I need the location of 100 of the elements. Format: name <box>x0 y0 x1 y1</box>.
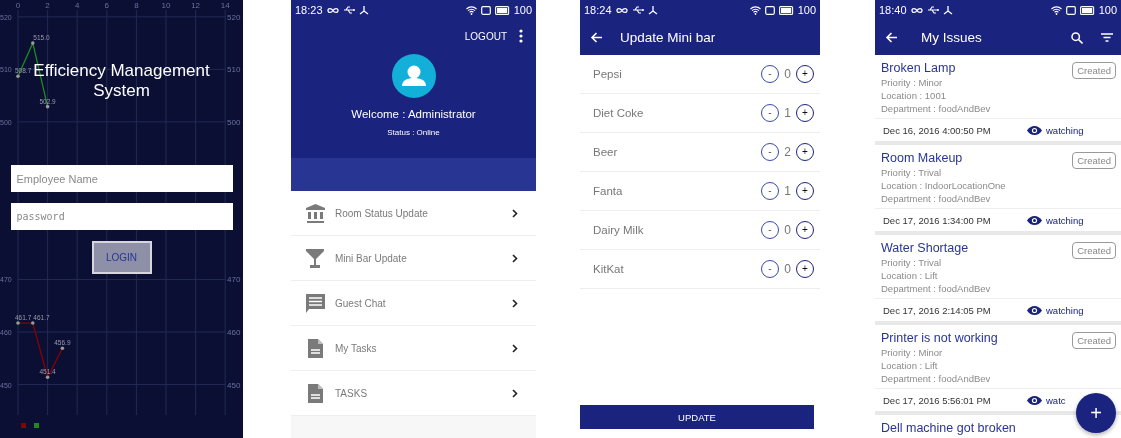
item-count: 1 <box>783 184 792 198</box>
eye-icon[interactable] <box>1027 125 1042 135</box>
menu-item[interactable]: Room Status Update <box>291 191 536 236</box>
watching-label: watc <box>1046 394 1066 406</box>
usb-icon <box>631 6 644 14</box>
item-count: 1 <box>783 106 792 120</box>
decrement-button[interactable]: - <box>761 182 779 200</box>
legend-swatch <box>34 423 39 428</box>
axis-label: 460 <box>227 328 241 337</box>
data-point <box>31 321 35 325</box>
item-name: Beer <box>593 146 619 158</box>
status-time: 18:23 <box>295 4 323 16</box>
increment-button[interactable]: + <box>796 143 814 161</box>
increment-button[interactable]: + <box>796 182 814 200</box>
eye-icon[interactable] <box>1027 215 1042 225</box>
password-field[interactable]: password <box>10 203 233 230</box>
status-chip: Created <box>1072 152 1116 169</box>
issue-title[interactable]: Room Makeup <box>881 151 963 166</box>
back-arrow-icon[interactable] <box>885 32 897 43</box>
logout-button[interactable]: LOGOUT <box>464 30 507 42</box>
menu-item[interactable]: Mini Bar Update <box>291 236 536 281</box>
data-point <box>31 41 35 45</box>
menu-item-label: Guest Chat <box>335 297 387 309</box>
document-icon <box>307 383 323 403</box>
menu-item[interactable]: TASKS <box>291 371 536 416</box>
axis-label: 4 <box>74 1 80 10</box>
chat-icon <box>305 293 325 313</box>
axis-label: 12 <box>191 1 201 10</box>
axis-label: 6 <box>104 1 110 10</box>
wifi-icon <box>465 5 477 15</box>
decrement-button[interactable]: - <box>761 65 779 83</box>
menu-item[interactable]: Guest Chat <box>291 281 536 326</box>
tablet-icon <box>480 5 491 15</box>
issue-department: Department : foodAndBev <box>881 372 992 385</box>
more-icon[interactable] <box>519 29 523 43</box>
battery-level: 100 <box>797 4 816 16</box>
item-count: 0 <box>783 223 792 237</box>
issue-department: Department : foodAndBev <box>881 102 992 115</box>
menu-item-label: Mini Bar Update <box>335 252 408 264</box>
issue-department: Department : foodAndBev <box>881 282 992 295</box>
status-chip: Created <box>1072 62 1116 79</box>
employee-name-field[interactable]: Employee Name <box>10 165 233 192</box>
decrement-button[interactable]: - <box>761 221 779 239</box>
item-count: 0 <box>783 67 792 81</box>
welcome-text: Welcome : Administrator <box>351 108 476 120</box>
issue-location: Location : IndoorLocationOne <box>881 179 1007 192</box>
usb-icon <box>342 6 355 14</box>
issue-title[interactable]: Water Shortage <box>881 241 969 256</box>
update-button[interactable]: UPDATE <box>580 405 814 429</box>
menu-item-label: TASKS <box>335 387 369 399</box>
data-point <box>60 346 65 351</box>
status-time: 18:40 <box>879 4 907 16</box>
screen-title: My Issues <box>921 30 982 45</box>
network-icon <box>942 5 953 15</box>
chevron-icon <box>512 298 518 308</box>
eye-icon[interactable] <box>1027 305 1042 315</box>
battery-icon <box>494 5 510 15</box>
decrement-button[interactable]: - <box>761 104 779 122</box>
back-arrow-icon[interactable] <box>590 32 602 43</box>
watching-label: watching <box>1046 304 1084 316</box>
legend-swatch <box>21 423 26 428</box>
tablet-icon <box>764 5 775 15</box>
network-icon <box>358 5 369 15</box>
chevron-icon <box>512 343 518 353</box>
building-icon <box>305 203 325 223</box>
increment-button[interactable]: + <box>796 260 814 278</box>
chevron-icon <box>512 208 518 218</box>
eye-icon[interactable] <box>1027 395 1042 405</box>
status-chip: Created <box>1072 242 1116 259</box>
status-time: 18:24 <box>584 4 612 16</box>
search-icon[interactable] <box>1071 31 1083 44</box>
cocktail-glass-icon <box>306 248 324 268</box>
axis-label: 2 <box>45 1 50 10</box>
decrement-button[interactable]: - <box>761 260 779 278</box>
item-count: 0 <box>783 262 792 276</box>
menu-item[interactable]: My Tasks <box>291 326 536 371</box>
data-point <box>45 104 50 109</box>
issue-title[interactable]: Broken Lamp <box>881 61 956 76</box>
avatar-icon <box>391 54 436 98</box>
battery-level: 100 <box>1098 4 1117 16</box>
decrement-button[interactable]: - <box>761 143 779 161</box>
axis-label: 8 <box>134 1 139 10</box>
increment-button[interactable]: + <box>796 65 814 83</box>
wifi-icon <box>1050 5 1062 15</box>
item-name: Diet Coke <box>593 107 645 119</box>
issue-title[interactable]: Printer is not working <box>881 331 998 346</box>
axis-label: 10 <box>161 1 171 10</box>
filter-icon[interactable] <box>1101 33 1113 42</box>
increment-button[interactable]: + <box>796 104 814 122</box>
issue-priority: Priority : Minor <box>881 346 944 359</box>
usb-icon <box>926 6 939 14</box>
infinity-icon <box>910 6 923 14</box>
battery-icon <box>778 5 794 15</box>
data-point <box>16 321 20 325</box>
app-title: Efficiency Management System <box>32 61 211 100</box>
increment-button[interactable]: + <box>796 221 814 239</box>
network-icon <box>647 5 658 15</box>
issue-date: Dec 17, 2016 2:14:05 PM <box>883 304 992 316</box>
item-name: KitKat <box>593 263 625 275</box>
axis-label: 500 <box>227 117 241 127</box>
